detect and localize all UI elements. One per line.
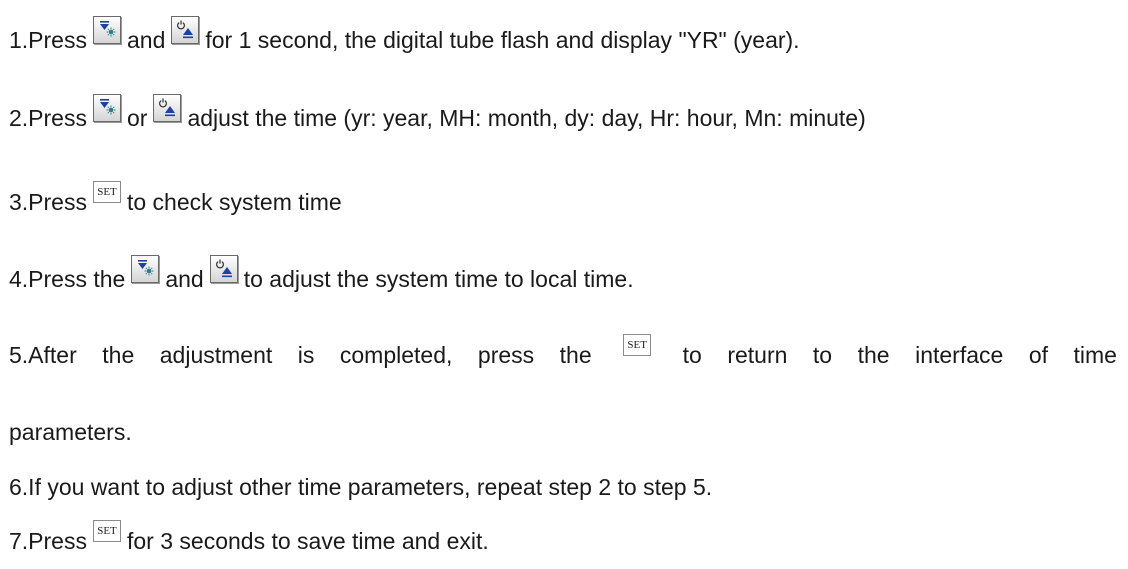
step-7-text-a: 7.Press <box>9 528 87 554</box>
step-1: 1.Press and for 1 second, the digital tu… <box>9 16 800 54</box>
step-5-word: adjustment <box>159 342 273 368</box>
step-3-text-a: 3.Press <box>9 189 87 215</box>
step-5-word: time <box>1073 342 1117 368</box>
set-key-icon: SET <box>92 520 121 542</box>
set-key-icon: SET <box>92 181 121 203</box>
step-5-word: return <box>727 342 788 368</box>
step-5-word: 5.After <box>9 342 77 368</box>
step-5-word: the <box>102 342 135 368</box>
down-light-key-icon <box>131 255 160 283</box>
step-5-word: completed, <box>339 342 453 368</box>
step-1-text-c: for 1 second, the digital tube flash and… <box>205 27 800 53</box>
step-7-text-b: for 3 seconds to save time and exit. <box>126 528 489 554</box>
power-up-key-icon <box>171 16 200 44</box>
step-5-word: to <box>812 342 833 368</box>
step-5-word: to <box>682 342 702 368</box>
down-light-key-icon <box>92 16 121 44</box>
step-4: 4.Press the and to adjust the system tim… <box>9 255 634 293</box>
step-5-word: interface <box>915 342 1004 368</box>
step-5-word: the <box>559 342 592 368</box>
step-6: 6.If you want to adjust other time param… <box>9 473 712 501</box>
step-5-word: of <box>1028 342 1048 368</box>
step-5: 5.After the adjustment is completed, pre… <box>9 334 1117 369</box>
power-up-key-icon <box>209 255 238 283</box>
step-3-text-b: to check system time <box>126 189 342 215</box>
step-7: 7.Press SET for 3 seconds to save time a… <box>9 520 489 555</box>
step-5-continuation: parameters. <box>9 418 132 446</box>
step-4-text-a: 4.Press the <box>9 266 126 292</box>
instruction-document: 1.Press and for 1 second, the digital tu… <box>0 0 1128 569</box>
step-3: 3.Press SET to check system time <box>9 181 342 216</box>
step-5-word: the <box>857 342 890 368</box>
down-light-key-icon <box>92 94 121 122</box>
power-up-key-icon <box>153 94 182 122</box>
step-6-text: 6.If you want to adjust other time param… <box>9 474 713 500</box>
step-5-word: press <box>477 342 535 368</box>
step-2-text-b: or <box>126 105 148 131</box>
step-2-text-c: adjust the time (yr: year, MH: month, dy… <box>187 105 866 131</box>
step-1-text-a: 1.Press <box>9 27 87 53</box>
step-2-text-a: 2.Press <box>9 105 87 131</box>
step-4-text-b: and <box>165 266 204 292</box>
step-4-text-c: to adjust the system time to local time. <box>243 266 634 292</box>
step-5-continuation-text: parameters. <box>9 419 132 445</box>
step-2: 2.Press or adjust the time (yr: year, MH… <box>9 94 866 132</box>
set-key-icon: SET <box>623 334 652 356</box>
step-5-word: is <box>297 342 315 368</box>
step-1-text-b: and <box>126 27 166 53</box>
